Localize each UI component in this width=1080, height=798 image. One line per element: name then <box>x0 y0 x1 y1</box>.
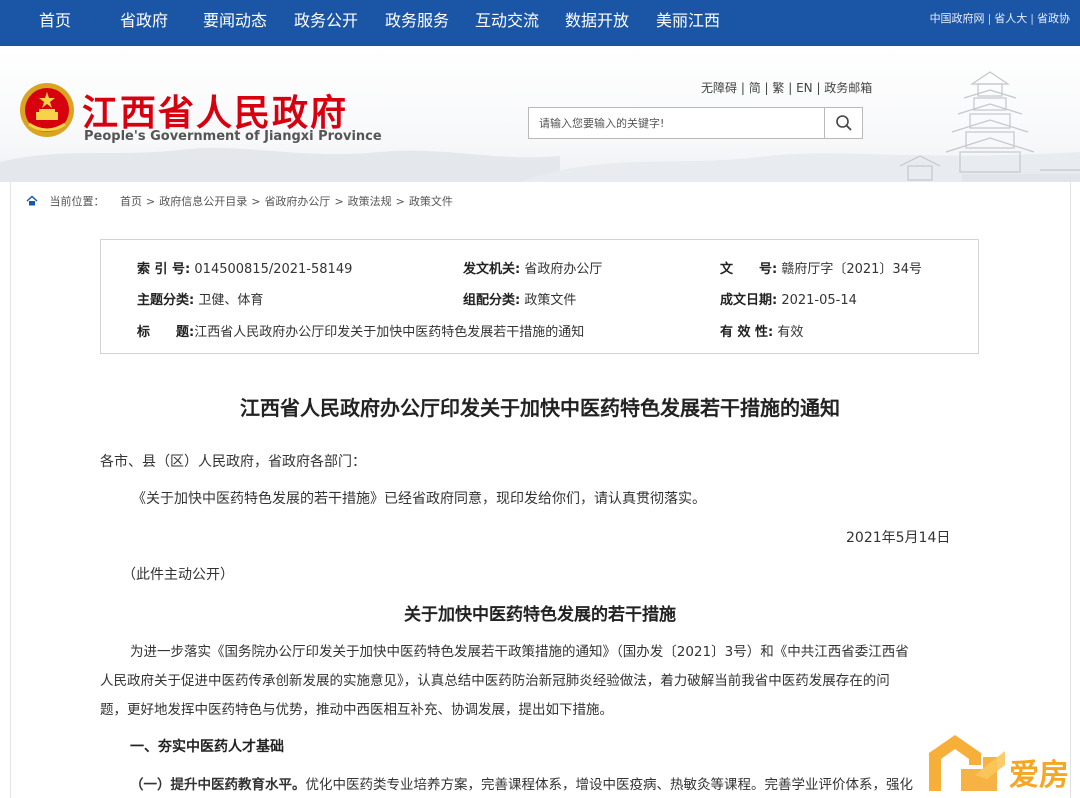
meta-document-number: 文 号: 赣府厅字〔2021〕34号 <box>720 258 922 277</box>
nav-interaction[interactable]: 互动交流 <box>475 0 539 46</box>
top-nav: 首页 省政府 要闻动态 政务公开 政务服务 互动交流 数据开放 美丽江西 中国政… <box>0 0 1080 46</box>
meta-key: 成文日期: <box>720 293 778 308</box>
divider: | <box>987 12 992 25</box>
meta-category: 组配分类: 政策文件 <box>463 289 576 308</box>
measure-item-text: 优化中医药类专业培养方案，完善课程体系，增设中医疫病、热敏灸等课程。完善学业评价… <box>305 777 914 793</box>
site-subtitle: People's Government of Jiangxi Province <box>84 129 382 144</box>
breadcrumb-home[interactable]: 首页 <box>120 195 142 208</box>
divider: | <box>1030 12 1034 25</box>
nav-government-services[interactable]: 政务服务 <box>385 0 449 46</box>
site-header: 江西省人民政府 People's Government of Jiangxi P… <box>0 46 1080 182</box>
link-traditional[interactable]: 繁 <box>772 81 784 95</box>
intro-line: 题，更好地发挥中医药特色与优势，推动中西医相互补充、协调发展，提出如下措施。 <box>100 702 613 718</box>
meta-value: 省政府办公厅 <box>524 262 603 277</box>
link-simplified[interactable]: 简 <box>749 81 761 95</box>
watermark-logo: 爱房 <box>929 735 1069 793</box>
link-china-gov[interactable]: 中国政府网 <box>930 12 985 25</box>
breadcrumb: 当前位置： 首页 > 政府信息公开目录 > 省政府办公厅 > 政策法规 > 政策文件 <box>26 193 453 209</box>
document-date: 2021年5月14日 <box>846 530 951 546</box>
nav-home[interactable]: 首页 <box>39 0 71 46</box>
document-title: 江西省人民政府办公厅印发关于加快中医药特色发展若干措施的通知 <box>240 396 840 420</box>
breadcrumb-general-office[interactable]: 省政府办公厅 <box>264 195 330 208</box>
meta-value: 卫健、体育 <box>198 293 264 308</box>
link-english[interactable]: EN <box>796 81 813 95</box>
meta-key: 标 题: <box>137 325 195 340</box>
salutation: 各市、县（区）人民政府，省政府各部门： <box>100 454 366 470</box>
link-cppcc[interactable]: 省政协 <box>1037 12 1070 25</box>
link-government-mail[interactable]: 政务邮箱 <box>824 81 872 95</box>
top-links: 中国政府网 | 省人大 | 省政协 <box>930 0 1070 38</box>
content-border-left <box>10 182 11 798</box>
meta-topic: 主题分类: 卫健、体育 <box>137 289 263 308</box>
meta-key: 有 效 性: <box>720 325 774 340</box>
intro-line: 为进一步落实《国务院办公厅印发关于加快中医药特色发展若干政策措施的通知》（国办发… <box>130 644 909 660</box>
document-meta-box: 索 引 号: 014500815/2021-58149 发文机关: 省政府办公厅… <box>100 239 979 354</box>
nav-government-affairs-disclosure[interactable]: 政务公开 <box>294 0 358 46</box>
watermark-text: 爱房 <box>1009 758 1069 793</box>
intro-line: 人民政府关于促进中医药传承创新发展的实施意见》，认真总结中医药防治新冠肺炎经验做… <box>100 673 890 689</box>
breadcrumb-info-disclosure[interactable]: 政府信息公开目录 <box>159 195 247 208</box>
nav-open-data[interactable]: 数据开放 <box>565 0 629 46</box>
section-heading: 一、夯实中医药人才基础 <box>130 739 284 755</box>
body-paragraph: 《关于加快中医药特色发展的若干措施》已经省政府同意，现印发给你们，请认真贯彻落实… <box>132 491 706 507</box>
breadcrumb-policies[interactable]: 政策法规 <box>348 195 392 208</box>
breadcrumb-separator: > <box>251 194 261 208</box>
meta-value: 有效 <box>777 325 804 340</box>
meta-key: 主题分类: <box>137 293 195 308</box>
meta-title: 标 题:江西省人民政府办公厅印发关于加快中医药特色发展若干措施的通知 <box>137 321 584 340</box>
meta-value: 014500815/2021-58149 <box>194 262 353 277</box>
nav-provincial-government[interactable]: 省政府 <box>120 0 168 46</box>
breadcrumb-separator: > <box>334 194 344 208</box>
meta-key: 索 引 号: <box>137 262 191 277</box>
meta-validity: 有 效 性: 有效 <box>720 321 803 340</box>
search-input[interactable] <box>529 108 825 138</box>
meta-value: 政策文件 <box>524 293 577 308</box>
link-provincial-congress[interactable]: 省人大 <box>994 12 1027 25</box>
pavilion-illustration <box>899 71 1080 182</box>
meta-issuer: 发文机关: 省政府办公厅 <box>463 258 602 277</box>
meta-index-number: 索 引 号: 014500815/2021-58149 <box>137 258 352 277</box>
meta-value: 江西省人民政府办公厅印发关于加快中医药特色发展若干措施的通知 <box>194 325 585 340</box>
search-button[interactable] <box>824 108 862 138</box>
home-icon <box>26 195 38 206</box>
disclosure-note: （此件主动公开） <box>122 567 234 583</box>
content-border-right <box>1070 182 1071 798</box>
meta-key: 文 号: <box>720 262 778 277</box>
measure-item-label: （一）提升中医药教育水平。 <box>130 777 306 793</box>
search-box <box>528 107 863 139</box>
nav-beautiful-jiangxi[interactable]: 美丽江西 <box>656 0 720 46</box>
breadcrumb-separator: > <box>146 194 156 208</box>
nav-news[interactable]: 要闻动态 <box>203 0 267 46</box>
measure-item: （一）提升中医药教育水平。优化中医药类专业培养方案，完善课程体系，增设中医疫病、… <box>130 773 913 793</box>
breadcrumb-policy-documents[interactable]: 政策文件 <box>409 195 453 208</box>
utility-links: 无障碍 | 简 | 繁 | EN | 政务邮箱 <box>701 81 873 95</box>
breadcrumb-label: 当前位置： <box>49 195 105 208</box>
measures-title: 关于加快中医药特色发展的若干措施 <box>404 605 676 625</box>
national-emblem-icon <box>20 83 74 137</box>
meta-date: 成文日期: 2021-05-14 <box>720 289 857 308</box>
breadcrumb-separator: > <box>395 194 405 208</box>
meta-key: 发文机关: <box>463 262 521 277</box>
meta-value: 赣府厅字〔2021〕34号 <box>781 262 922 277</box>
search-icon <box>835 115 852 131</box>
meta-value: 2021-05-14 <box>781 293 857 308</box>
link-accessibility[interactable]: 无障碍 <box>701 81 737 95</box>
meta-key: 组配分类: <box>463 293 521 308</box>
